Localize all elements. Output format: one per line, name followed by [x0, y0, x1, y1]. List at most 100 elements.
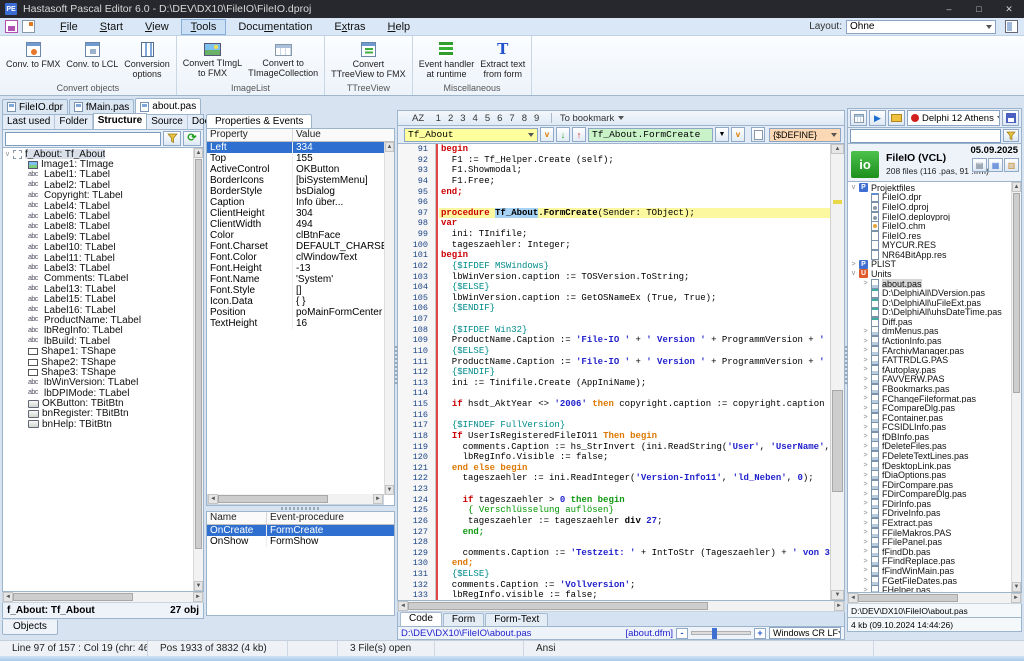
card-button[interactable]: ▤	[972, 158, 987, 172]
code-line[interactable]: 112 {$ENDIF}	[398, 367, 830, 378]
code-text[interactable]: If UserIsRegisteredFileIO11 Then begin	[439, 431, 830, 442]
collapse-icon[interactable]: v	[849, 184, 858, 191]
tree-item[interactable]: FileIO.deployproj	[849, 212, 1011, 222]
code-text[interactable]: ini: TInifile;	[439, 229, 830, 240]
code-text[interactable]	[439, 314, 830, 325]
code-text[interactable]: {$ENDIF}	[439, 367, 830, 378]
property-value[interactable]: 16	[293, 318, 394, 329]
tree-item[interactable]: abclbDPIMode: TLabel	[3, 388, 193, 398]
property-row[interactable]: ClientHeight304	[207, 208, 394, 219]
property-value[interactable]: 334	[293, 142, 394, 153]
expand-icon[interactable]: >	[861, 520, 870, 527]
bookmark-9-button[interactable]: 9	[531, 113, 543, 124]
tree-item[interactable]: >fDBInfo.pas	[849, 432, 1011, 442]
code-text[interactable]: end;	[439, 527, 830, 538]
structure-hscrollbar[interactable]: ◄ ►	[2, 592, 204, 603]
event-procedure[interactable]: FormShow	[267, 536, 394, 547]
expand-icon[interactable]: >	[861, 328, 870, 335]
next-method-button[interactable]: ↓	[556, 127, 570, 142]
property-value[interactable]: Info über...	[293, 197, 394, 208]
tree-item[interactable]: >fDiaOptions.pas	[849, 470, 1011, 480]
code-text[interactable]: comments.Caption := 'Vollversion';	[439, 580, 830, 591]
menu-item-view[interactable]: View	[135, 19, 179, 35]
bookmark-1-button[interactable]: 1	[432, 113, 444, 124]
scroll-down-icon[interactable]: ▼	[831, 590, 844, 600]
tree-item[interactable]: bnRegister: TBitBtn	[3, 409, 193, 419]
property-value[interactable]: []	[293, 285, 394, 296]
scroll-up-icon[interactable]: ▲	[1012, 182, 1021, 192]
property-row[interactable]: Font.ColorclWindowText	[207, 252, 394, 263]
to-bookmark-button[interactable]: To bookmark	[560, 113, 614, 124]
view-tab-last-used[interactable]: Last used	[3, 115, 55, 129]
property-row[interactable]: Font.Height-13	[207, 263, 394, 274]
code-text[interactable]: var	[439, 218, 830, 229]
expand-icon[interactable]: >	[861, 558, 870, 565]
tree-item[interactable]: >fAutoplay.pas	[849, 365, 1011, 375]
code-text[interactable]	[439, 388, 830, 399]
ribbon-button-event-handler-at-runtime[interactable]: Event handler at runtime	[416, 38, 478, 79]
property-value[interactable]: DEFAULT_CHARSET	[293, 241, 394, 252]
expand-icon[interactable]: >	[861, 548, 870, 555]
scroll-up-icon[interactable]: ▲	[385, 142, 394, 152]
code-text[interactable]	[439, 197, 830, 208]
doc-tab-fmain-pas[interactable]: fMain.pas	[69, 99, 134, 114]
minimize-button[interactable]: –	[934, 0, 964, 18]
code-text[interactable]: {$ENDIF}	[439, 303, 830, 314]
scrollbar-thumb[interactable]	[1013, 193, 1020, 393]
tree-item[interactable]: abcLabel9: TLabel	[3, 232, 193, 242]
expand-icon[interactable]: >	[861, 366, 870, 373]
tree-item[interactable]: >dmMenus.pas	[849, 327, 1011, 337]
property-value[interactable]: 'System'	[293, 274, 394, 285]
code-line[interactable]: 118 If UserIsRegisteredFileIO11 Then beg…	[398, 431, 830, 442]
code-line[interactable]: 126 tageszaehler := tageszaehler div 27;	[398, 516, 830, 527]
property-row[interactable]: CaptionInfo über...	[207, 197, 394, 208]
scroll-left-icon[interactable]: ◄	[3, 592, 13, 602]
editor-tab-form-text[interactable]: Form-Text	[485, 613, 548, 626]
code-text[interactable]: ProductName.Caption := 'File-IO ' + ' Ve…	[439, 357, 830, 368]
property-value[interactable]: poMainFormCenter	[293, 307, 394, 318]
code-text[interactable]: end;	[439, 187, 830, 198]
tree-item[interactable]: D:\DelphiAll\uhsDateTime.pas	[849, 308, 1011, 318]
collapse-icon[interactable]: v	[849, 270, 858, 277]
run-button[interactable]: ▶	[869, 110, 886, 126]
code-line[interactable]: 119 comments.Caption := hs_StrInvert (in…	[398, 442, 830, 453]
code-line[interactable]: 94 F1.Free;	[398, 176, 830, 187]
code-text[interactable]: {$IFNDEF FullVersion}	[439, 420, 830, 431]
code-text[interactable]: lbRegInfo.visible := false;	[439, 590, 830, 600]
tree-item[interactable]: abclbWinVersion: TLabel	[3, 378, 193, 388]
code-line[interactable]: 97procedure Tf_About.FormCreate(Sender: …	[398, 208, 830, 219]
tree-item[interactable]: abcLabel3: TLabel	[3, 263, 193, 273]
property-value[interactable]: clWindowText	[293, 252, 394, 263]
tree-item[interactable]: >fDesktopLink.pas	[849, 461, 1011, 471]
view-tab-folder[interactable]: Folder	[55, 115, 92, 129]
code-line[interactable]: 98var	[398, 218, 830, 229]
tree-item[interactable]: Shape2: TShape	[3, 357, 193, 367]
scroll-up-icon[interactable]: ▲	[194, 148, 203, 158]
tree-item[interactable]: D:\DelphiAll\uFileExt.pas	[849, 298, 1011, 308]
property-value[interactable]: 155	[293, 153, 394, 164]
close-button[interactable]: ✕	[994, 0, 1024, 18]
zoom-slider-knob[interactable]	[712, 628, 717, 639]
previous-method-button[interactable]: ↑	[572, 127, 586, 142]
tree-item[interactable]: >FArchivManager.pas	[849, 346, 1011, 356]
scroll-right-icon[interactable]: ►	[834, 601, 844, 611]
tree-item[interactable]: abclbRegInfo: TLabel	[3, 326, 193, 336]
tree-item[interactable]: NR64BitApp.res	[849, 250, 1011, 260]
tree-item[interactable]: >FCSIDLInfo.pas	[849, 422, 1011, 432]
tree-item[interactable]: >fActionInfo.pas	[849, 336, 1011, 346]
code-text[interactable]: comments.Caption := 'Testzeit: ' + IntTo…	[439, 548, 830, 559]
tree-item[interactable]: >FContainer.pas	[849, 413, 1011, 423]
tree-item[interactable]: >FFilePanel.pas	[849, 537, 1011, 547]
tree-item[interactable]: >FBookmarks.pas	[849, 384, 1011, 394]
property-row[interactable]: TextHeight16	[207, 318, 394, 329]
ribbon-button-conv-to-fmx[interactable]: Conv. to FMX	[3, 38, 63, 70]
code-line[interactable]: 133 lbRegInfo.visible := false;	[398, 590, 830, 600]
tree-item[interactable]: abcLabel2: TLabel	[3, 180, 193, 190]
scrollbar-thumb[interactable]	[832, 390, 843, 492]
ribbon-button-convert-to-timagecollection[interactable]: Convert to TImageCollection	[245, 38, 321, 78]
code-lines[interactable]: 91begin92 F1 := Tf_Helper.Create (self);…	[398, 144, 830, 600]
editor-tab-form[interactable]: Form	[443, 613, 484, 626]
structure-search-input[interactable]	[5, 132, 161, 146]
tree-item[interactable]: >FFindReplace.pas	[849, 557, 1011, 567]
event-row[interactable]: OnShowFormShow	[207, 536, 394, 547]
